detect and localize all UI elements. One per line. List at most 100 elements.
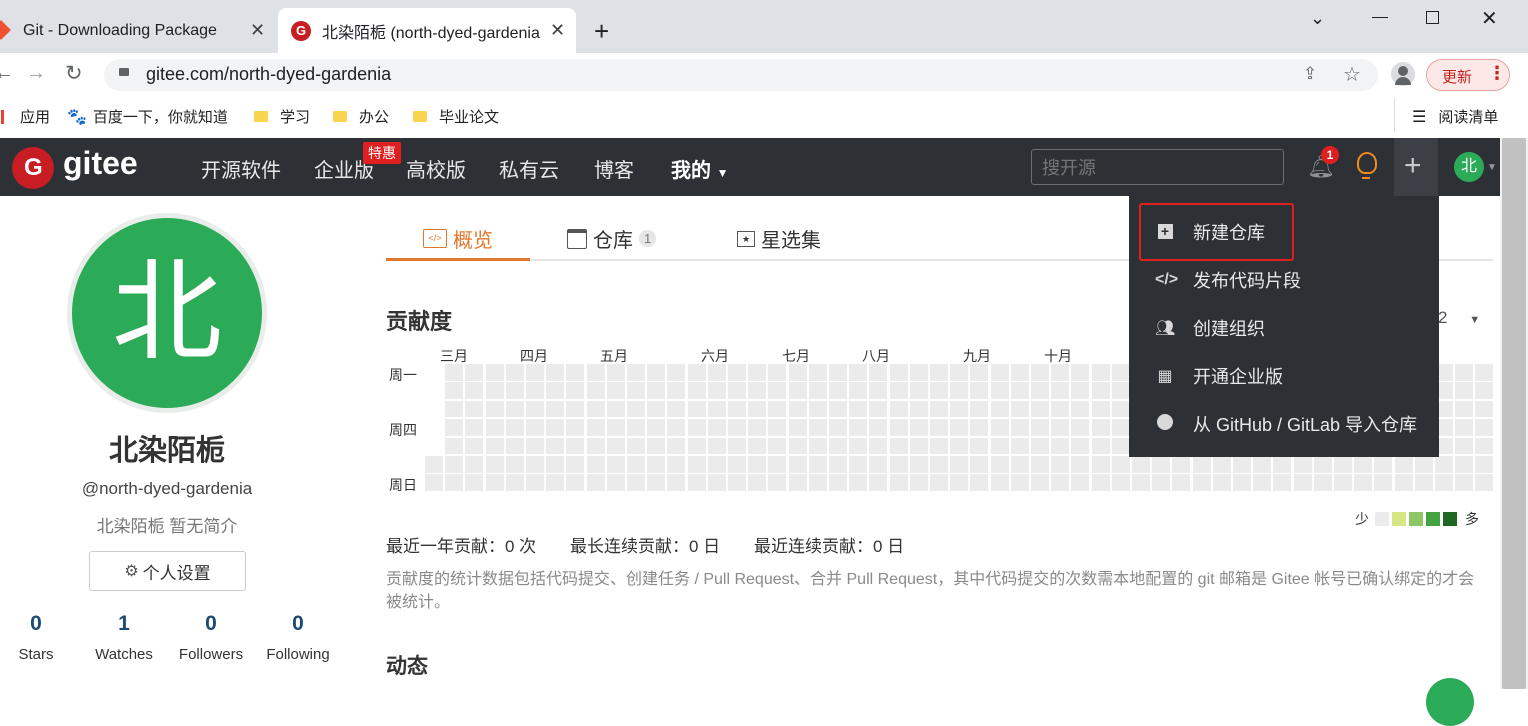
year-select[interactable]: 2 ▼ — [1438, 308, 1480, 328]
heatmap-cell[interactable] — [970, 437, 989, 455]
heatmap-cell[interactable] — [1091, 456, 1110, 473]
heatmap-cell[interactable] — [1475, 364, 1494, 381]
heatmap-cell[interactable] — [566, 364, 585, 381]
bookmark-baidu[interactable]: 🐾 百度一下，你就知道 — [67, 106, 228, 127]
heatmap-cell[interactable] — [465, 474, 484, 491]
heatmap-cell[interactable] — [566, 437, 585, 455]
heatmap-cell[interactable] — [1212, 456, 1231, 473]
heatmap-cell[interactable] — [445, 437, 464, 455]
heatmap-cell[interactable] — [425, 474, 443, 491]
heatmap-cell[interactable] — [1475, 382, 1494, 399]
heatmap-cell[interactable] — [606, 382, 625, 399]
heatmap-cell[interactable] — [445, 364, 464, 381]
heatmap-cell[interactable] — [687, 364, 706, 381]
heatmap-cell[interactable] — [687, 437, 706, 455]
heatmap-cell[interactable] — [788, 437, 807, 455]
heatmap-cell[interactable] — [485, 437, 504, 455]
heatmap-cell[interactable] — [788, 419, 807, 436]
heatmap-cell[interactable] — [728, 382, 746, 399]
heatmap-cell[interactable] — [1010, 364, 1029, 381]
nav-open-source[interactable]: 开源软件 — [201, 154, 281, 183]
heatmap-cell[interactable] — [748, 437, 767, 455]
heatmap-cell[interactable] — [505, 437, 524, 455]
heatmap-cell[interactable] — [1051, 419, 1070, 436]
heatmap-cell[interactable] — [788, 400, 807, 418]
heatmap-cell[interactable] — [505, 419, 524, 436]
heatmap-cell[interactable] — [990, 400, 1009, 418]
heatmap-cell[interactable] — [627, 364, 645, 381]
heatmap-cell[interactable] — [566, 419, 585, 436]
heatmap-cell[interactable] — [788, 364, 807, 381]
heatmap-cell[interactable] — [1253, 474, 1272, 491]
heatmap-cell[interactable] — [1313, 456, 1332, 473]
create-new-button[interactable]: + — [1394, 138, 1438, 196]
heatmap-cell[interactable] — [647, 400, 666, 418]
heatmap-cell[interactable] — [869, 400, 888, 418]
heatmap-cell[interactable] — [829, 456, 847, 473]
heatmap-cell[interactable] — [1111, 419, 1130, 436]
heatmap-cell[interactable] — [950, 419, 969, 436]
update-button[interactable]: 更新 ⋮ — [1426, 59, 1510, 91]
heatmap-cell[interactable] — [526, 419, 544, 436]
heatmap-cell[interactable] — [1071, 364, 1090, 381]
heatmap-cell[interactable] — [445, 400, 464, 418]
heatmap-cell[interactable] — [909, 474, 928, 491]
heatmap-cell[interactable] — [889, 474, 908, 491]
heatmap-cell[interactable] — [1010, 382, 1029, 399]
heatmap-cell[interactable] — [768, 382, 787, 399]
heatmap-cell[interactable] — [707, 456, 726, 473]
heatmap-cell[interactable] — [849, 382, 868, 399]
heatmap-cell[interactable] — [990, 419, 1009, 436]
heatmap-cell[interactable] — [889, 400, 908, 418]
heatmap-cell[interactable] — [667, 419, 686, 436]
heatmap-cell[interactable] — [1192, 474, 1211, 491]
heatmap-cell[interactable] — [1455, 474, 1474, 491]
heatmap-cell[interactable] — [465, 382, 484, 399]
heatmap-cell[interactable] — [1152, 456, 1171, 473]
heatmap-cell[interactable] — [1071, 419, 1090, 436]
back-icon[interactable]: ← — [0, 62, 14, 85]
heatmap-cell[interactable] — [1172, 456, 1191, 473]
heatmap-cell[interactable] — [566, 400, 585, 418]
heatmap-cell[interactable] — [606, 419, 625, 436]
heatmap-cell[interactable] — [1435, 474, 1453, 491]
search-box[interactable] — [1031, 149, 1284, 185]
heatmap-cell[interactable] — [485, 382, 504, 399]
heatmap-cell[interactable] — [1394, 456, 1413, 473]
heatmap-cell[interactable] — [667, 400, 686, 418]
heatmap-cell[interactable] — [950, 437, 969, 455]
heatmap-cell[interactable] — [728, 364, 746, 381]
heatmap-cell[interactable] — [627, 400, 645, 418]
heatmap-cell[interactable] — [1031, 382, 1049, 399]
heatmap-cell[interactable] — [1293, 456, 1312, 473]
heatmap-cell[interactable] — [647, 437, 666, 455]
gitee-logo-icon[interactable]: G — [12, 147, 54, 189]
heatmap-cell[interactable] — [1111, 382, 1130, 399]
heatmap-cell[interactable] — [748, 419, 767, 436]
heatmap-cell[interactable] — [849, 419, 868, 436]
heatmap-cell[interactable] — [707, 474, 726, 491]
heatmap-cell[interactable] — [1111, 364, 1130, 381]
heatmap-cell[interactable] — [566, 474, 585, 491]
heatmap-cell[interactable] — [990, 364, 1009, 381]
heatmap-cell[interactable] — [1253, 456, 1272, 473]
heatmap-cell[interactable] — [1111, 474, 1130, 491]
bookmark-study[interactable]: 学习 — [254, 106, 310, 127]
heatmap-cell[interactable] — [485, 456, 504, 473]
heatmap-cell[interactable] — [1455, 364, 1474, 381]
heatmap-cell[interactable] — [970, 364, 989, 381]
nav-mine[interactable]: 我的 ▼ — [671, 154, 728, 183]
heatmap-cell[interactable] — [768, 400, 787, 418]
heatmap-cell[interactable] — [667, 437, 686, 455]
heatmap-cell[interactable] — [1071, 382, 1090, 399]
heatmap-cell[interactable] — [1091, 419, 1110, 436]
heatmap-cell[interactable] — [627, 382, 645, 399]
heatmap-cell[interactable] — [990, 474, 1009, 491]
heatmap-cell[interactable] — [889, 419, 908, 436]
heatmap-cell[interactable] — [909, 419, 928, 436]
heatmap-cell[interactable] — [990, 456, 1009, 473]
heatmap-cell[interactable] — [1475, 400, 1494, 418]
bookmark-star-icon[interactable]: ☆ — [1343, 62, 1361, 87]
nav-blog[interactable]: 博客 — [594, 154, 634, 183]
heatmap-cell[interactable] — [485, 474, 504, 491]
